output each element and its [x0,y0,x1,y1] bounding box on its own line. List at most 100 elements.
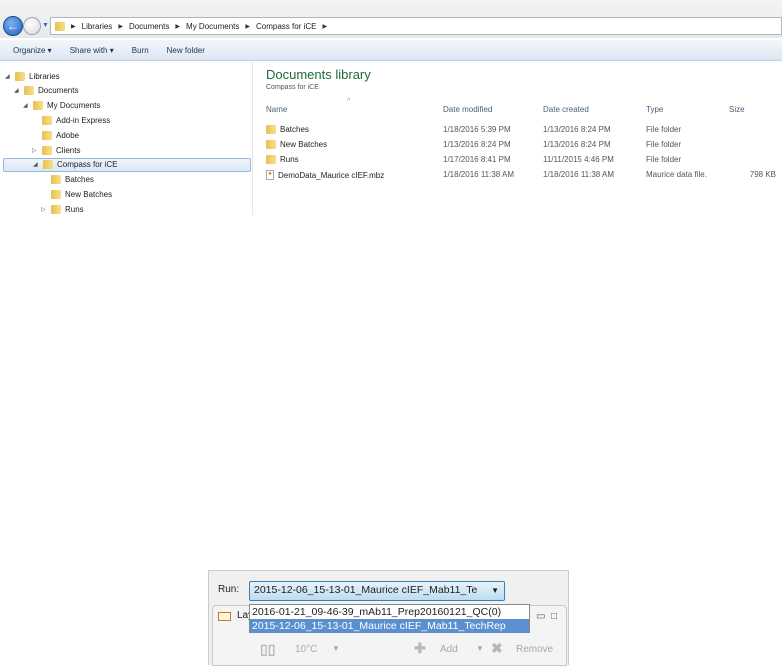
tree-item-label: Add-in Express [56,115,111,125]
tree-item-label: Libraries [29,71,60,81]
tree-item-label: New Batches [65,189,113,199]
breadcrumb-my-documents[interactable]: My Documents [186,22,239,31]
back-button[interactable]: ← [3,16,23,36]
file-modified: 1/18/2016 11:38 AM [443,170,515,179]
file-icon: ● [266,170,274,180]
chevron-down-icon[interactable]: ▼ [476,644,484,653]
tree-item[interactable]: ◢ Documents [14,84,78,98]
folder-icon [266,155,276,164]
chevron-right-icon: ▶ [175,23,181,30]
expand-icon[interactable]: ◢ [23,102,29,109]
tree-item[interactable]: Batches [41,173,94,187]
folder-icon [266,125,276,134]
breadcrumb-compass-for-ice[interactable]: Compass for iCE [256,22,316,31]
tree-item-label: Documents [38,86,79,96]
navigation-bar: ← ▼ ▶ Libraries ▶ Documents ▶ My Documen… [0,0,782,38]
file-size: 798 KB [749,170,776,179]
expand-icon[interactable]: ▷ [32,147,38,154]
file-modified: 1/17/2016 8:41 PM [443,155,511,164]
burn-button[interactable]: Burn [132,46,149,55]
file-row-name[interactable]: ● DemoData_Maurice cIEF.mbz [266,170,384,180]
run-label: Run: [218,584,240,595]
sort-ascending-icon: ^ [347,98,351,105]
navigation-tree: ◢ Libraries ◢ Documents ◢ My Documents Add-in … [0,62,253,215]
breadcrumb-documents[interactable]: Documents [129,22,169,31]
tree-item-label: Compass for iCE [57,160,118,170]
new-folder-button[interactable]: New folder [167,46,205,55]
run-option[interactable]: 2016-01-21_09-46-39_mAb11_Prep20160121_Q… [250,605,529,619]
tree-item[interactable]: ◢ Libraries [5,69,60,83]
chevron-right-icon: ▶ [245,23,251,30]
vials-icon[interactable]: ▯▯ [260,641,275,658]
column-header-type[interactable]: Type [646,105,663,114]
tree-item-label: My Documents [47,101,101,111]
tree-item[interactable]: ◢ My Documents [23,99,100,113]
library-title: Documents library [266,67,371,82]
file-name: DemoData_Maurice cIEF.mbz [278,170,385,180]
file-type: File folder [646,155,682,164]
file-created: 11/11/2015 4:46 PM [543,155,614,164]
run-select[interactable]: 2015-12-06_15-13-01_Maurice cIEF_Mab11_T… [249,581,505,601]
chevron-right-icon[interactable]: ▶ [322,23,327,30]
folder-icon [55,21,65,31]
column-header-date-modified[interactable]: Date modified [443,105,492,114]
command-bar: Organize ▾ Share with ▾ Burn New folder [0,40,782,61]
folder-icon [51,204,61,214]
tree-item[interactable]: Add-in Express [32,113,110,127]
column-header-size[interactable]: Size [729,105,745,114]
run-option[interactable]: 2015-12-06_15-13-01_Maurice cIEF_Mab11_T… [250,619,529,633]
folder-icon [42,145,52,155]
remove-button[interactable]: Remove [516,644,553,655]
tree-item-label: Batches [65,175,94,185]
tree-item[interactable]: ▷ Runs [41,202,84,216]
breadcrumb-libraries[interactable]: Libraries [82,22,113,31]
expand-icon[interactable]: ◢ [5,73,11,80]
file-created: 1/18/2016 11:38 AM [543,170,615,179]
file-modified: 1/13/2016 8:24 PM [443,140,511,149]
recent-pages-dropdown[interactable]: ▼ [42,22,49,29]
folder-icon [24,86,34,96]
add-icon[interactable]: ✚ [414,640,426,657]
tree-item[interactable]: Adobe [32,128,79,142]
expand-icon[interactable]: ▷ [41,206,47,213]
library-subtitle: Compass for iCE [266,84,319,91]
forward-button[interactable] [23,17,41,35]
file-row-name[interactable]: Runs [266,155,299,164]
tree-item-label: Adobe [56,130,80,140]
file-name: Runs [280,155,299,164]
chevron-down-icon[interactable]: ▼ [332,644,340,653]
chevron-down-icon: ▼ [491,586,499,595]
folder-icon [33,101,43,111]
tree-item[interactable]: ▷ Clients [32,143,80,157]
expand-icon[interactable]: ◢ [14,87,20,94]
folder-icon [43,160,53,170]
layout-tab-icon [218,612,231,621]
tree-item-label: Runs [65,204,84,214]
organize-button[interactable]: Organize ▾ [13,46,52,55]
tree-item[interactable]: ◢ Compass for iCE [3,157,251,172]
file-row-name[interactable]: New Batches [266,140,327,149]
add-button[interactable]: Add [440,644,458,655]
file-type: File folder [646,140,682,149]
remove-icon[interactable]: ✖ [491,640,503,657]
folder-icon [266,140,276,149]
run-dropdown-list: 2016-01-21_09-46-39_mAb11_Prep20160121_Q… [249,604,530,633]
file-name: New Batches [280,140,328,149]
temperature-value[interactable]: 10°C [295,644,317,655]
tree-item[interactable]: New Batches [41,187,112,201]
address-bar[interactable]: ▶ Libraries ▶ Documents ▶ My Documents ▶… [50,17,782,35]
folder-icon [51,175,61,185]
maximize-icon[interactable]: □ [551,611,557,622]
chevron-right-icon: ▶ [71,23,76,30]
file-type: Maurice data file. [646,170,707,179]
share-with-button[interactable]: Share with ▾ [70,46,114,55]
file-row-name[interactable]: Batches [266,125,309,134]
tree-item-label: Clients [56,145,81,155]
minimize-icon[interactable]: ▭ [536,611,545,622]
run-panel: Run: 2015-12-06_15-13-01_Maurice cIEF_Ma… [208,570,569,666]
chevron-right-icon: ▶ [118,23,123,30]
expand-icon[interactable]: ◢ [33,161,39,168]
folder-icon [42,115,52,125]
column-header-name[interactable]: Name [266,105,287,114]
column-header-date-created[interactable]: Date created [543,105,589,114]
